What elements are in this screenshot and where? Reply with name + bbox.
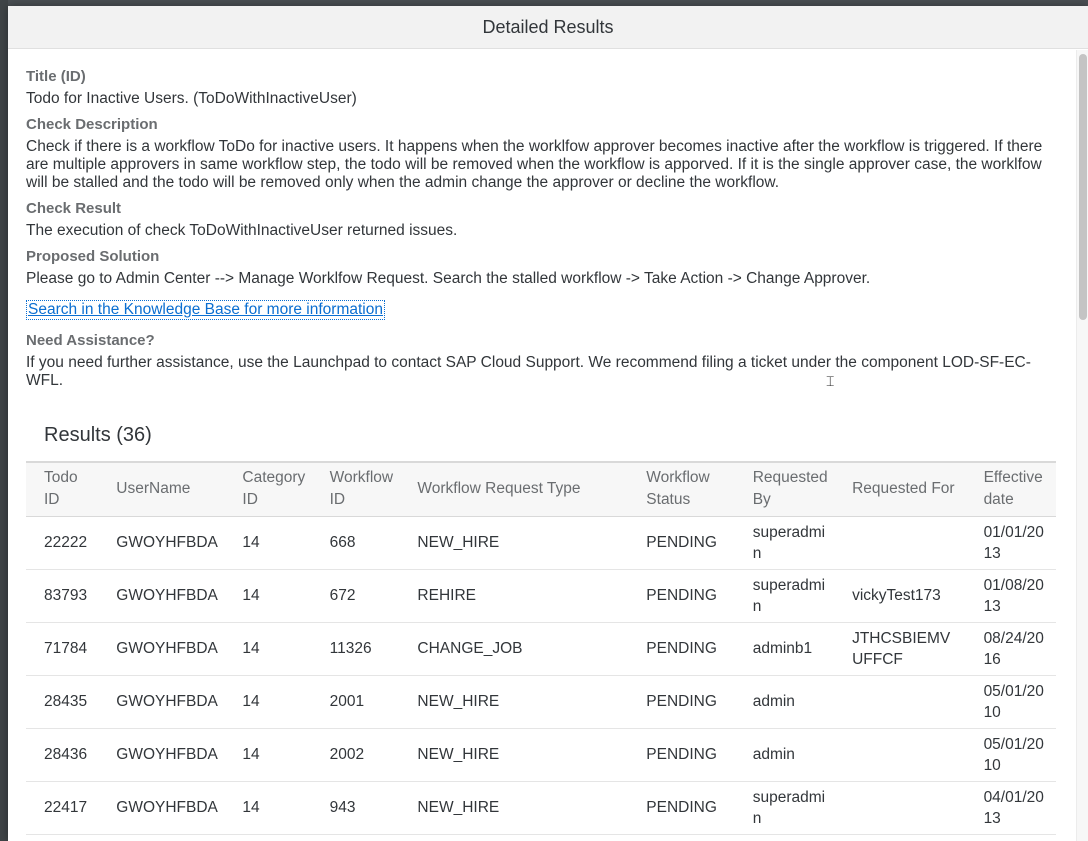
- cell-todo-id: 22222: [26, 516, 99, 570]
- cell-status: PENDING: [628, 781, 735, 835]
- cell-effective-date: 01/08/2013: [965, 569, 1056, 623]
- result-value: The execution of check ToDoWithInactiveU…: [26, 222, 458, 239]
- assistance-label: Need Assistance?: [26, 332, 155, 349]
- cell-status: PENDING: [628, 569, 735, 623]
- cell-workflow-id: 2001: [311, 675, 400, 729]
- cell-request-type: CHANGE_JOB: [399, 622, 629, 676]
- cell-requested-for: [834, 675, 966, 729]
- cell-requested-by: admin: [734, 728, 835, 782]
- cell-status: PENDING: [628, 622, 735, 676]
- cell-request-type: NEW_HIRE: [399, 781, 629, 835]
- description-section: Check Description Check if there is a wo…: [26, 116, 1058, 192]
- cell-requested-for: [834, 516, 966, 570]
- cell-username: GWOYHFBDA: [98, 781, 225, 835]
- cell-todo-id: 22417: [26, 781, 99, 835]
- results-table: Todo ID UserName Category ID Workflow ID…: [26, 461, 1056, 835]
- cell-username: GWOYHFBDA: [98, 569, 225, 623]
- result-label: Check Result: [26, 200, 122, 217]
- column-header-effective-date[interactable]: Effective date: [966, 462, 1056, 516]
- cell-workflow-id: 11326: [311, 622, 400, 676]
- column-header-requested-for[interactable]: Requested For: [834, 462, 966, 516]
- description-value: Check if there is a workflow ToDo for in…: [26, 138, 1043, 191]
- title-value: Todo for Inactive Users. (ToDoWithInacti…: [26, 90, 357, 107]
- cell-requested-by: superadmin: [734, 569, 835, 623]
- cell-username: GWOYHFBDA: [98, 516, 225, 570]
- title-label: Title (ID): [26, 68, 86, 85]
- cell-effective-date: 04/01/2013: [965, 781, 1056, 835]
- assistance-section: Need Assistance? If you need further ass…: [26, 332, 1058, 390]
- cell-category-id: 14: [224, 622, 312, 676]
- solution-value: Please go to Admin Center --> Manage Wor…: [26, 270, 871, 287]
- cell-effective-date: 08/24/2016: [965, 622, 1056, 676]
- column-header-workflow-id[interactable]: Workflow ID: [312, 462, 400, 516]
- table-row[interactable]: 83793 GWOYHFBDA 14 672 REHIRE PENDING su…: [26, 569, 1056, 623]
- cell-todo-id: 28435: [26, 675, 99, 729]
- cell-category-id: 14: [224, 728, 312, 782]
- scrollbar-thumb[interactable]: [1079, 54, 1087, 320]
- dialog-content[interactable]: Title (ID) Todo for Inactive Users. (ToD…: [8, 50, 1076, 841]
- cell-workflow-id: 943: [311, 781, 400, 835]
- cell-effective-date: 01/01/2013: [965, 516, 1056, 570]
- cell-category-id: 14: [224, 516, 312, 570]
- cell-username: GWOYHFBDA: [98, 728, 225, 782]
- cell-workflow-id: 668: [311, 516, 400, 570]
- cell-requested-by: superadmin: [734, 516, 835, 570]
- cell-requested-by: adminb1: [734, 622, 835, 676]
- column-header-todo-id[interactable]: Todo ID: [26, 462, 98, 516]
- cell-todo-id: 71784: [26, 622, 99, 676]
- cell-requested-for: vickyTest173: [834, 569, 966, 623]
- column-header-username[interactable]: UserName: [98, 462, 224, 516]
- cell-category-id: 14: [224, 569, 312, 623]
- cell-request-type: NEW_HIRE: [399, 516, 629, 570]
- cell-effective-date: 05/01/2010: [965, 675, 1056, 729]
- column-header-requested-by[interactable]: Requested By: [735, 462, 834, 516]
- cell-status: PENDING: [628, 728, 735, 782]
- table-row[interactable]: 22417 GWOYHFBDA 14 943 NEW_HIRE PENDING …: [26, 781, 1056, 835]
- detailed-results-dialog: Detailed Results Title (ID) Todo for Ina…: [8, 6, 1088, 841]
- table-header-row: Todo ID UserName Category ID Workflow ID…: [26, 462, 1056, 516]
- cell-requested-for: JTHCSBIEMVUFFCF: [834, 622, 966, 676]
- knowledge-base-link[interactable]: Search in the Knowledge Base for more in…: [26, 300, 385, 320]
- column-header-workflow-status[interactable]: Workflow Status: [628, 462, 734, 516]
- title-section: Title (ID) Todo for Inactive Users. (ToD…: [26, 68, 1058, 108]
- column-header-category-id[interactable]: Category ID: [224, 462, 311, 516]
- assistance-value: If you need further assistance, use the …: [26, 354, 1031, 389]
- table-row[interactable]: 28435 GWOYHFBDA 14 2001 NEW_HIRE PENDING…: [26, 675, 1056, 729]
- cell-requested-by: admin: [734, 675, 835, 729]
- cell-workflow-id: 2002: [311, 728, 400, 782]
- cell-status: PENDING: [628, 516, 735, 570]
- cell-effective-date: 05/01/2010: [965, 728, 1056, 782]
- text-cursor-icon: ⌶: [826, 374, 835, 390]
- solution-label: Proposed Solution: [26, 248, 160, 265]
- cell-requested-by: superadmin: [734, 781, 835, 835]
- result-section: Check Result The execution of check ToDo…: [26, 200, 1058, 240]
- vertical-scrollbar[interactable]: [1076, 50, 1088, 841]
- cell-todo-id: 28436: [26, 728, 99, 782]
- table-row[interactable]: 22222 GWOYHFBDA 14 668 NEW_HIRE PENDING …: [26, 516, 1056, 570]
- background-sidebar: [0, 0, 8, 841]
- cell-request-type: NEW_HIRE: [399, 675, 629, 729]
- cell-requested-for: [834, 781, 966, 835]
- dialog-title: Detailed Results: [482, 16, 614, 37]
- cell-requested-for: [834, 728, 966, 782]
- table-row[interactable]: 28436 GWOYHFBDA 14 2002 NEW_HIRE PENDING…: [26, 728, 1056, 782]
- column-header-workflow-request-type[interactable]: Workflow Request Type: [399, 462, 628, 516]
- cell-category-id: 14: [224, 781, 312, 835]
- dialog-header: Detailed Results: [8, 6, 1088, 49]
- cell-request-type: NEW_HIRE: [399, 728, 629, 782]
- results-title: Results (36): [44, 424, 152, 446]
- cell-username: GWOYHFBDA: [98, 622, 225, 676]
- cell-category-id: 14: [224, 675, 312, 729]
- cell-status: PENDING: [628, 675, 735, 729]
- description-label: Check Description: [26, 116, 158, 133]
- solution-section: Proposed Solution Please go to Admin Cen…: [26, 248, 1058, 288]
- table-row[interactable]: 71784 GWOYHFBDA 14 11326 CHANGE_JOB PEND…: [26, 622, 1056, 676]
- cell-username: GWOYHFBDA: [98, 675, 225, 729]
- cell-request-type: REHIRE: [399, 569, 629, 623]
- cell-workflow-id: 672: [311, 569, 400, 623]
- cell-todo-id: 83793: [26, 569, 99, 623]
